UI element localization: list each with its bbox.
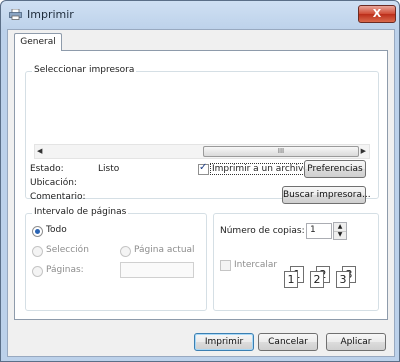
scroll-right-icon[interactable]: ▶: [361, 147, 366, 155]
tab-general[interactable]: General: [14, 33, 62, 51]
range-all-radio[interactable]: [32, 226, 43, 237]
range-current-page-label[interactable]: Página actual: [134, 245, 195, 255]
find-printer-button[interactable]: Buscar impresora...: [282, 186, 371, 204]
pages-input[interactable]: [120, 262, 194, 278]
collate-label[interactable]: Intercalar: [234, 260, 277, 270]
range-selection-label[interactable]: Selección: [46, 245, 89, 255]
collate-page: 3: [336, 271, 350, 288]
page-range-legend: Intervalo de páginas: [32, 207, 129, 217]
scroll-left-icon[interactable]: ◀: [37, 147, 42, 155]
cancel-button[interactable]: Cancelar: [258, 333, 318, 351]
window-title: Imprimir: [27, 8, 74, 21]
printer-list[interactable]: [34, 86, 376, 140]
comment-label: Comentario:: [30, 192, 86, 202]
collate-checkbox[interactable]: [220, 260, 231, 271]
copies-stepper[interactable]: ▲ ▼: [333, 222, 347, 240]
collate-page: 2: [310, 271, 324, 288]
range-all-label[interactable]: Todo: [46, 225, 67, 235]
close-button[interactable]: X: [358, 5, 396, 23]
status-label: Estado:: [30, 164, 64, 174]
copies-input[interactable]: 1: [306, 223, 332, 239]
print-button[interactable]: Imprimir: [194, 333, 254, 351]
copies-label: Número de copias:: [220, 226, 305, 236]
horizontal-scrollbar[interactable]: ◀ III ▶: [34, 144, 370, 159]
printer-icon: [9, 9, 22, 20]
collate-pages-icon: 1 1 2 2 3 3: [284, 266, 364, 296]
page-range-group: Intervalo de páginas Todo Selección Pági…: [25, 207, 207, 311]
collate-page: 1: [284, 271, 298, 288]
printer-group: Seleccionar impresora ◀ III ▶ Estado: Li…: [25, 65, 379, 204]
preferences-button[interactable]: Preferencias: [304, 160, 366, 178]
dialog-client: General Seleccionar impresora ◀ III ▶ Es…: [7, 29, 395, 357]
range-current-page-radio[interactable]: [120, 246, 131, 257]
chevron-down-icon[interactable]: ▼: [334, 231, 346, 239]
tab-panel-general: Seleccionar impresora ◀ III ▶ Estado: Li…: [14, 50, 388, 320]
scroll-thumb[interactable]: III: [203, 146, 359, 157]
status-value: Listo: [98, 164, 120, 174]
copies-group: Número de copias: 1 ▲ ▼ Intercalar 1 1 2…: [213, 213, 379, 311]
print-to-file-checkbox[interactable]: [198, 162, 209, 175]
print-to-file-label[interactable]: Imprimir a un archivo: [210, 163, 311, 175]
range-selection-radio[interactable]: [32, 246, 43, 257]
title-bar[interactable]: Imprimir X: [1, 1, 399, 29]
range-pages-label[interactable]: Páginas:: [46, 265, 84, 275]
printer-group-legend: Seleccionar impresora: [32, 65, 137, 75]
close-icon: X: [372, 7, 382, 20]
range-pages-radio[interactable]: [32, 266, 43, 277]
apply-button[interactable]: Aplicar: [326, 333, 386, 351]
location-label: Ubicación:: [30, 178, 77, 188]
print-dialog: Imprimir X General Seleccionar impresora…: [0, 0, 400, 362]
